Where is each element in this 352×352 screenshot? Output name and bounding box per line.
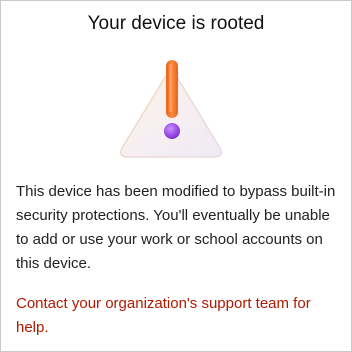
rooted-device-dialog: Your device is rooted This device has be… [0, 0, 352, 352]
exclamation-dot [164, 123, 180, 139]
rooted-warning-message: This device has been modified to bypass … [16, 183, 336, 272]
dialog-title: Your device is rooted [87, 13, 265, 34]
contact-support-link[interactable]: Contact your organization's support team… [16, 292, 338, 340]
warning-triangle-exclamation-icon [120, 60, 222, 158]
